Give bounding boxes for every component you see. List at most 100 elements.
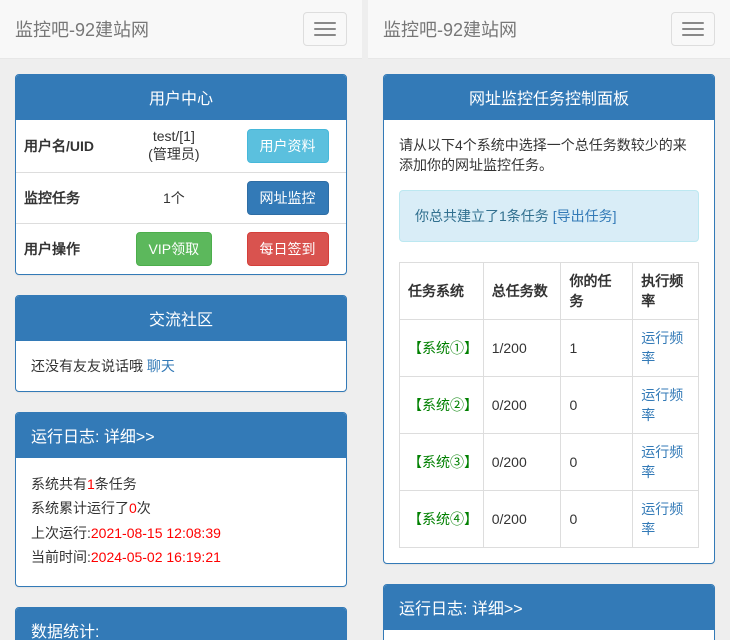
th-mine: 你的任务 <box>561 263 633 320</box>
freq-link[interactable]: 运行频率 <box>641 444 683 480</box>
freq-link[interactable]: 运行频率 <box>641 387 683 423</box>
log-title-right: 运行日志: 详细>> <box>399 595 699 619</box>
stats-title: 数据统计: <box>31 618 331 640</box>
community-panel: 交流社区 还没有友友说话哦 聊天 <box>15 295 347 392</box>
hamburger-icon <box>314 34 336 36</box>
stats-heading: 数据统计: <box>16 608 346 640</box>
checkin-button[interactable]: 每日签到 <box>247 232 329 266</box>
hamburger-icon <box>682 28 704 30</box>
table-row: 【系统③】 0/2000运行频率 <box>400 434 699 491</box>
community-heading: 交流社区 <box>16 296 346 341</box>
sys-mine-cell: 0 <box>561 434 633 491</box>
sys-mine-cell: 1 <box>561 320 633 377</box>
log-title-left: 运行日志: 详细>> <box>31 423 331 447</box>
ops-checkin-cell: 每日签到 <box>229 224 346 275</box>
control-panel: 网址监控任务控制面板 请从以下4个系统中选择一个总任务数较少的来添加你的网址监控… <box>383 74 715 564</box>
log-title-prefix: 运行日志: <box>31 429 104 446</box>
navbar-right: 监控吧-92建站网 <box>368 0 730 59</box>
uid-cell: test/[1] (管理员) <box>119 120 229 173</box>
community-title: 交流社区 <box>31 306 331 330</box>
hamburger-icon <box>314 22 336 24</box>
log-line-tasks: 系统共有1条任务 <box>31 473 331 495</box>
log-detail-link-left[interactable]: 详细>> <box>104 429 155 446</box>
menu-toggle-left[interactable] <box>303 12 347 46</box>
tasks-value: 1个 <box>119 173 229 224</box>
control-desc: 请从以下4个系统中选择一个总任务数较少的来添加你的网址监控任务。 <box>399 135 699 175</box>
community-body: 还没有友友说话哦 聊天 <box>16 341 346 391</box>
th-system: 任务系统 <box>400 263 484 320</box>
table-row: 用户操作 VIP领取 每日签到 <box>16 224 346 275</box>
left-column: 监控吧-92建站网 用户中心 用户名/UID test/[1] (管理员) <box>0 0 362 640</box>
hamburger-icon <box>314 28 336 30</box>
uid-value: test/[1] <box>153 128 195 144</box>
uid-label: 用户名/UID <box>16 120 119 173</box>
sys-freq-cell: 运行频率 <box>633 377 699 434</box>
th-freq: 执行频率 <box>633 263 699 320</box>
table-row: 【系统②】 0/2000运行频率 <box>400 377 699 434</box>
sys-name-cell: 【系统③】 <box>400 434 484 491</box>
tasks-label: 监控任务 <box>16 173 119 224</box>
control-title: 网址监控任务控制面板 <box>399 85 699 109</box>
log-body-right: 系统共有1条任务 系统累计运行了0次 上次运行:2021-08-15 12:08… <box>384 630 714 640</box>
log-heading-left: 运行日志: 详细>> <box>16 413 346 458</box>
systems-table: 任务系统 总任务数 你的任务 执行频率 【系统①】1/2001运行频率【系统②】… <box>399 262 699 548</box>
control-body: 请从以下4个系统中选择一个总任务数较少的来添加你的网址监控任务。 你总共建立了1… <box>384 120 714 563</box>
stats-panel: 数据统计: <box>15 607 347 640</box>
system-link[interactable]: 【系统①】 <box>408 340 478 356</box>
log-body-left: 系统共有1条任务 系统累计运行了0次 上次运行:2021-08-15 12:08… <box>16 458 346 586</box>
ops-label: 用户操作 <box>16 224 119 275</box>
user-center-panel: 用户中心 用户名/UID test/[1] (管理员) 用户资料 监控任务 1个 <box>15 74 347 275</box>
log-line-runs: 系统累计运行了0次 <box>31 497 331 519</box>
sys-total-cell: 0/200 <box>483 434 561 491</box>
sys-name-cell: 【系统②】 <box>400 377 484 434</box>
table-row: 【系统①】 1/2001运行频率 <box>400 320 699 377</box>
th-total: 总任务数 <box>483 263 561 320</box>
system-link[interactable]: 【系统②】 <box>408 397 478 413</box>
sys-total-cell: 0/200 <box>483 491 561 548</box>
sys-freq-cell: 运行频率 <box>633 491 699 548</box>
user-center-table: 用户名/UID test/[1] (管理员) 用户资料 监控任务 1个 网址监控 <box>16 120 346 274</box>
sys-freq-cell: 运行频率 <box>633 320 699 377</box>
log-line-lastrun: 上次运行:2021-08-15 12:08:39 <box>31 522 331 544</box>
sys-total-cell: 1/200 <box>483 320 561 377</box>
chat-link[interactable]: 聊天 <box>147 358 175 374</box>
log-detail-link-right[interactable]: 详细>> <box>472 601 523 618</box>
sys-total-cell: 0/200 <box>483 377 561 434</box>
hamburger-icon <box>682 22 704 24</box>
control-heading: 网址监控任务控制面板 <box>384 75 714 120</box>
uid-role: (管理员) <box>148 146 199 162</box>
freq-link[interactable]: 运行频率 <box>641 330 683 366</box>
sys-mine-cell: 0 <box>561 377 633 434</box>
user-center-heading: 用户中心 <box>16 75 346 120</box>
brand-right[interactable]: 监控吧-92建站网 <box>383 16 517 42</box>
system-link[interactable]: 【系统③】 <box>408 454 478 470</box>
brand-left[interactable]: 监控吧-92建站网 <box>15 16 149 42</box>
export-tasks-link[interactable]: [导出任务] <box>553 208 617 224</box>
table-row: 【系统④】 0/2000运行频率 <box>400 491 699 548</box>
log-panel-left: 运行日志: 详细>> 系统共有1条任务 系统累计运行了0次 上次运行:2021-… <box>15 412 347 587</box>
table-row: 监控任务 1个 网址监控 <box>16 173 346 224</box>
sys-name-cell: 【系统①】 <box>400 320 484 377</box>
right-column: 监控吧-92建站网 网址监控任务控制面板 请从以下4个系统中选择一个总任务数较少… <box>368 0 730 640</box>
control-alert: 你总共建立了1条任务 [导出任务] <box>399 190 699 242</box>
profile-button[interactable]: 用户资料 <box>247 129 329 163</box>
tasks-action-cell: 网址监控 <box>229 173 346 224</box>
log-heading-right: 运行日志: 详细>> <box>384 585 714 630</box>
user-center-title: 用户中心 <box>31 85 331 109</box>
navbar-left: 监控吧-92建站网 <box>0 0 362 59</box>
log-panel-right: 运行日志: 详细>> 系统共有1条任务 系统累计运行了0次 上次运行:2021-… <box>383 584 715 640</box>
uid-action-cell: 用户资料 <box>229 120 346 173</box>
sys-freq-cell: 运行频率 <box>633 434 699 491</box>
freq-link[interactable]: 运行频率 <box>641 501 683 537</box>
community-text: 还没有友友说话哦 <box>31 358 147 374</box>
menu-toggle-right[interactable] <box>671 12 715 46</box>
sys-mine-cell: 0 <box>561 491 633 548</box>
table-row: 用户名/UID test/[1] (管理员) 用户资料 <box>16 120 346 173</box>
monitor-button[interactable]: 网址监控 <box>247 181 329 215</box>
log-title-prefix-right: 运行日志: <box>399 601 472 618</box>
ops-vip-cell: VIP领取 <box>119 224 229 275</box>
log-line-now: 当前时间:2024-05-02 16:19:21 <box>31 546 331 568</box>
system-link[interactable]: 【系统④】 <box>408 511 478 527</box>
table-header-row: 任务系统 总任务数 你的任务 执行频率 <box>400 263 699 320</box>
vip-button[interactable]: VIP领取 <box>136 232 213 266</box>
